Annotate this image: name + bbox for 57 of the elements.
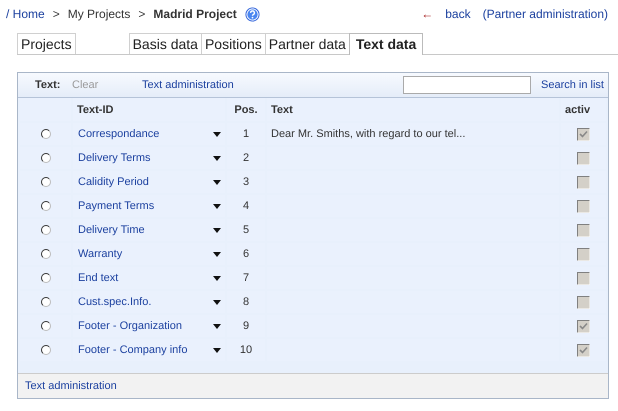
text-id-link[interactable]: Correspondance <box>78 128 160 140</box>
caret-icon[interactable] <box>213 348 221 352</box>
breadcrumb-separator: > <box>138 7 146 21</box>
tab[interactable]: Basis data <box>128 33 202 54</box>
checkbox[interactable] <box>577 320 590 332</box>
caret-icon[interactable] <box>213 252 221 256</box>
checkbox[interactable] <box>577 248 590 260</box>
radio-button[interactable] <box>40 129 50 139</box>
radio-button[interactable] <box>40 177 50 187</box>
checkbox[interactable] <box>577 200 590 212</box>
tab[interactable]: Projects <box>17 33 76 54</box>
search-field[interactable] <box>403 76 532 94</box>
caret-icon[interactable] <box>213 300 221 304</box>
back-link[interactable]: back <box>445 7 471 21</box>
checkbox[interactable] <box>577 344 590 356</box>
search-in-list-link[interactable]: Search in list <box>541 79 604 91</box>
radio-button[interactable] <box>40 345 50 355</box>
radio-button[interactable] <box>40 297 50 307</box>
text-id-link[interactable]: End text <box>78 272 118 284</box>
partner-administration-link[interactable]: (Partner administration) <box>482 7 608 21</box>
help-icon[interactable] <box>244 6 260 22</box>
checkbox[interactable] <box>577 176 590 188</box>
checkbox[interactable] <box>577 128 590 140</box>
text-id-link[interactable]: Calidity Period <box>78 176 149 188</box>
caret-icon[interactable] <box>213 276 221 280</box>
radio-button[interactable] <box>40 249 50 259</box>
caret-icon[interactable] <box>213 156 221 160</box>
caret-icon[interactable] <box>213 324 221 328</box>
text-label: Text: <box>35 79 62 91</box>
caret-icon[interactable] <box>213 132 221 136</box>
back-arrow-icon[interactable]: ← <box>421 7 434 21</box>
text-administration-link[interactable]: Text administration <box>142 79 234 91</box>
breadcrumb-separator: > <box>52 7 60 21</box>
text-id-link[interactable]: Cust.spec.Info. <box>78 296 152 308</box>
text-id-link[interactable]: Payment Terms <box>78 200 154 212</box>
caret-icon[interactable] <box>213 204 221 208</box>
text-id-link[interactable]: Delivery Time <box>78 224 145 236</box>
text-id-link[interactable]: Warranty <box>78 248 122 260</box>
checkbox[interactable] <box>577 224 590 236</box>
tab[interactable]: Text data <box>348 33 424 55</box>
text-administration-link[interactable]: Text administration <box>25 380 117 392</box>
text-id-link[interactable]: Footer - Organization <box>78 320 182 332</box>
breadcrumb-current: Madrid Project <box>153 7 237 21</box>
radio-button[interactable] <box>40 201 50 211</box>
breadcrumb-link[interactable]: My Projects <box>68 7 130 21</box>
checkbox[interactable] <box>577 272 590 284</box>
radio-button[interactable] <box>40 273 50 283</box>
caret-icon[interactable] <box>213 180 221 184</box>
radio-button[interactable] <box>40 225 50 235</box>
checkbox[interactable] <box>577 296 590 308</box>
radio-button[interactable] <box>40 153 50 163</box>
caret-icon[interactable] <box>213 228 221 232</box>
breadcrumb-link[interactable]: / Home <box>6 7 45 21</box>
checkbox[interactable] <box>577 152 590 164</box>
text-id-link[interactable]: Footer - Company info <box>78 344 188 356</box>
radio-button[interactable] <box>40 321 50 331</box>
text-id-link[interactable]: Delivery Terms <box>78 152 151 164</box>
